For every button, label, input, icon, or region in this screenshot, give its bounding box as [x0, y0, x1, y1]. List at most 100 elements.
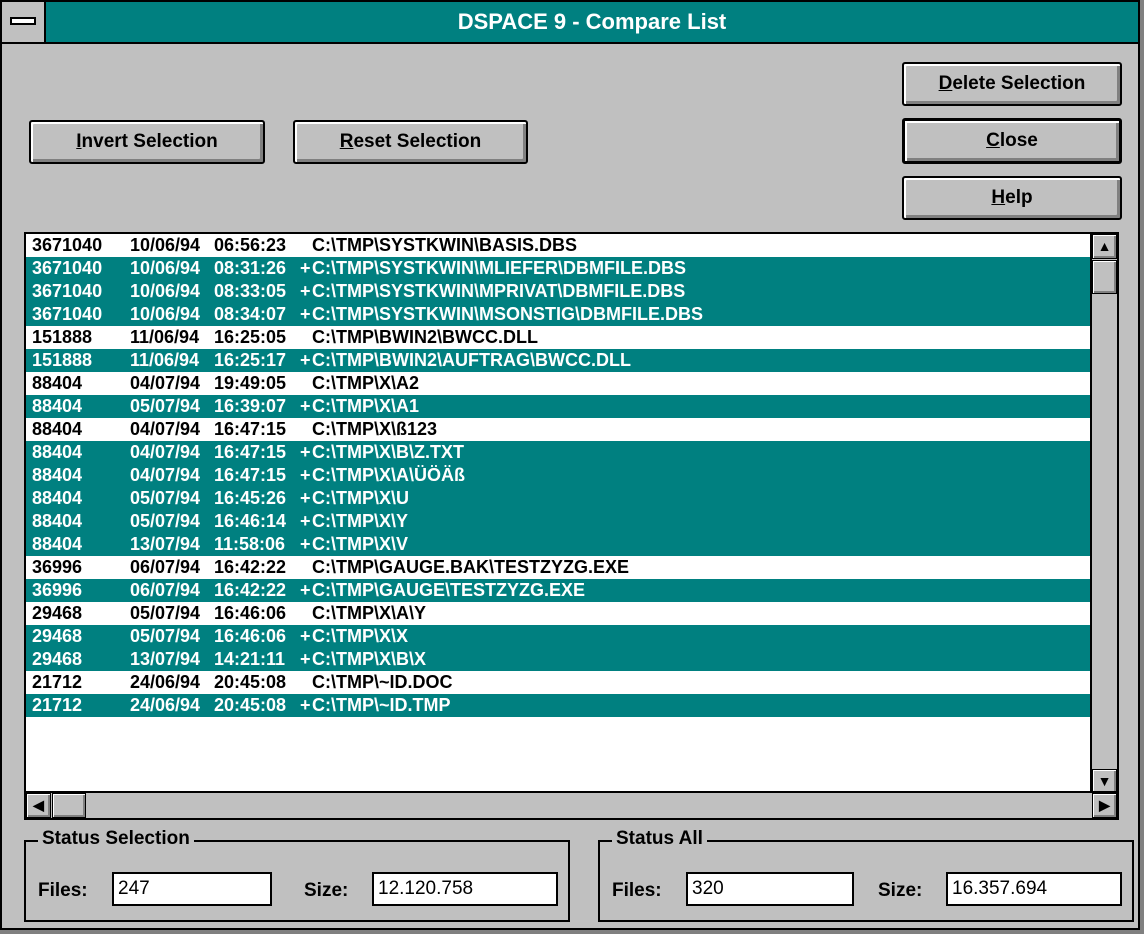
file-size: 29468 — [32, 626, 83, 646]
list-item[interactable]: 29468 05/07/94 16:46:06 C:\TMP\X\A\Y — [26, 602, 1112, 625]
match-flag: + — [300, 350, 311, 370]
vertical-scrollbar[interactable]: ▲ ▼ — [1090, 234, 1117, 794]
list-item[interactable]: 36996 06/07/94 16:42:22 +C:\TMP\GAUGE\TESTZ… — [26, 579, 1112, 602]
file-size: 29468 — [32, 649, 83, 669]
help-button[interactable]: Help — [902, 176, 1122, 220]
file-date: 24/06/94 — [130, 695, 201, 715]
compare-list-window: DSPACE 9 - Compare List Delete Selection… — [0, 0, 1140, 930]
status-selection-title: Status Selection — [38, 828, 194, 850]
file-size: 88404 — [32, 465, 83, 485]
close-accel: C — [986, 130, 1000, 151]
status-all-group: Status All Files: 320 Size: 16.357.694 — [598, 828, 1134, 922]
file-time: 14:21:11 — [214, 649, 286, 669]
scroll-left-icon[interactable]: ◀ — [26, 793, 51, 818]
file-date: 06/07/94 — [130, 557, 201, 577]
list-item[interactable]: 88404 05/07/94 16:45:26 +C:\TMP\X\U — [26, 487, 1112, 510]
file-time: 16:39:07 — [214, 396, 287, 416]
file-size: 21712 — [32, 672, 83, 692]
vertical-scroll-thumb[interactable] — [1092, 260, 1117, 294]
compare-file-list[interactable]: 3671040 10/06/94 06:56:23 C:\TMP\SYSTKWIN\B… — [24, 232, 1119, 820]
file-size: 36996 — [32, 580, 83, 600]
file-size: 88404 — [32, 396, 83, 416]
list-item[interactable]: 151888 11/06/94 16:25:17 +C:\TMP\BWIN2\AUFT… — [26, 349, 1112, 372]
window-title: DSPACE 9 - Compare List — [457, 9, 727, 34]
file-size: 88404 — [32, 511, 83, 531]
status-selection-group: Status Selection Files: 247 Size: 12.120… — [24, 828, 570, 922]
reset-selection-button[interactable]: Reset Selection — [293, 120, 528, 164]
file-date: 04/07/94 — [130, 442, 201, 462]
file-list-rows: 3671040 10/06/94 06:56:23 C:\TMP\SYSTKWIN\B… — [26, 234, 1112, 794]
file-path: C:\TMP\~ID.TMP — [312, 695, 451, 715]
match-flag: + — [300, 511, 311, 531]
file-date: 05/07/94 — [130, 396, 201, 416]
file-path: C:\TMP\X\A1 — [312, 396, 420, 416]
list-item[interactable]: 3671040 10/06/94 08:33:05 +C:\TMP\SYSTKWIN\… — [26, 280, 1112, 303]
list-item[interactable]: 29468 05/07/94 16:46:06 +C:\TMP\X\X — [26, 625, 1112, 648]
list-item[interactable]: 36996 06/07/94 16:42:22 C:\TMP\GAUGE.BAK\TE… — [26, 556, 1112, 579]
list-item[interactable]: 88404 05/07/94 16:46:14 +C:\TMP\X\Y — [26, 510, 1112, 533]
list-item[interactable]: 151888 11/06/94 16:25:05 C:\TMP\BWIN2\BWCC.… — [26, 326, 1112, 349]
horizontal-scrollbar[interactable]: ◀ ▶ — [26, 791, 1117, 818]
file-date: 04/07/94 — [130, 465, 201, 485]
file-path: C:\TMP\SYSTKWIN\BASIS.DBS — [312, 235, 578, 255]
all-files-field[interactable]: 320 — [686, 872, 854, 906]
list-item[interactable]: 88404 13/07/94 11:58:06 +C:\TMP\X\V — [26, 533, 1112, 556]
file-size: 151888 — [32, 327, 93, 347]
list-item[interactable]: 21712 24/06/94 20:45:08 +C:\TMP\~ID.TMP — [26, 694, 1112, 717]
selection-size-label: Size: — [304, 880, 349, 901]
file-size: 88404 — [32, 373, 83, 393]
list-item[interactable]: 21712 24/06/94 20:45:08 C:\TMP\~ID.DOC — [26, 671, 1112, 694]
file-date: 06/07/94 — [130, 580, 201, 600]
file-path: C:\TMP\X\X — [312, 626, 409, 646]
delete-selection-label: elete Selection — [952, 73, 1086, 94]
list-item[interactable]: 88404 04/07/94 16:47:15 C:\TMP\X\ß123 — [26, 418, 1112, 441]
scroll-up-icon[interactable]: ▲ — [1092, 234, 1117, 259]
file-date: 04/07/94 — [130, 419, 201, 439]
file-path: C:\TMP\GAUGE.BAK\TESTZYZG.EXE — [312, 557, 630, 577]
file-path: C:\TMP\X\V — [312, 534, 409, 554]
system-menu-button[interactable] — [2, 2, 46, 42]
list-item[interactable]: 88404 05/07/94 16:39:07 +C:\TMP\X\A1 — [26, 395, 1112, 418]
file-size: 88404 — [32, 488, 83, 508]
list-item[interactable]: 88404 04/07/94 19:49:05 C:\TMP\X\A2 — [26, 372, 1112, 395]
title-bar[interactable]: DSPACE 9 - Compare List — [2, 2, 1138, 44]
file-time: 16:47:15 — [214, 419, 287, 439]
file-time: 20:45:08 — [214, 695, 287, 715]
list-item[interactable]: 3671040 10/06/94 06:56:23 C:\TMP\SYSTKWIN\B… — [26, 234, 1112, 257]
all-files-label: Files: — [612, 880, 662, 901]
list-item[interactable]: 29468 13/07/94 14:21:11 +C:\TMP\X\B\X — [26, 648, 1112, 671]
file-date: 10/06/94 — [130, 235, 201, 255]
system-menu-icon — [10, 17, 36, 25]
scroll-right-icon[interactable]: ▶ — [1092, 793, 1117, 818]
selection-size-field[interactable]: 12.120.758 — [372, 872, 558, 906]
file-time: 16:25:17 — [214, 350, 287, 370]
help-accel: H — [991, 187, 1006, 208]
file-path: C:\TMP\~ID.DOC — [312, 672, 453, 692]
close-button[interactable]: Close — [902, 118, 1122, 164]
file-size: 3671040 — [32, 258, 103, 278]
file-date: 13/07/94 — [130, 649, 201, 669]
file-date: 11/06/94 — [130, 350, 200, 370]
all-size-field[interactable]: 16.357.694 — [946, 872, 1122, 906]
match-flag: + — [300, 580, 311, 600]
file-size: 88404 — [32, 442, 83, 462]
file-date: 05/07/94 — [130, 511, 201, 531]
list-item[interactable]: 88404 04/07/94 16:47:15 +C:\TMP\X\A\ÜÖÄß — [26, 464, 1112, 487]
file-path: C:\TMP\X\B\X — [312, 649, 427, 669]
invert-selection-label: nvert Selection — [81, 131, 218, 152]
horizontal-scroll-thumb[interactable] — [52, 793, 86, 818]
selection-files-field[interactable]: 247 — [112, 872, 272, 906]
file-path: C:\TMP\GAUGE\TESTZYZG.EXE — [312, 580, 586, 600]
invert-selection-button[interactable]: Invert Selection — [29, 120, 265, 164]
file-date: 13/07/94 — [130, 534, 201, 554]
file-size: 21712 — [32, 695, 83, 715]
file-path: C:\TMP\SYSTKWIN\MPRIVAT\DBMFILE.DBS — [312, 281, 686, 301]
list-item[interactable]: 3671040 10/06/94 08:31:26 +C:\TMP\SYSTKWIN\… — [26, 257, 1112, 280]
file-size: 151888 — [32, 350, 93, 370]
match-flag: + — [300, 626, 311, 646]
file-path: C:\TMP\X\A\ÜÖÄß — [312, 465, 465, 485]
delete-selection-button[interactable]: Delete Selection — [902, 62, 1122, 106]
list-item[interactable]: 3671040 10/06/94 08:34:07 +C:\TMP\SYSTKWIN\… — [26, 303, 1112, 326]
list-item[interactable]: 88404 04/07/94 16:47:15 +C:\TMP\X\B\Z.TXT — [26, 441, 1112, 464]
file-date: 10/06/94 — [130, 281, 201, 301]
